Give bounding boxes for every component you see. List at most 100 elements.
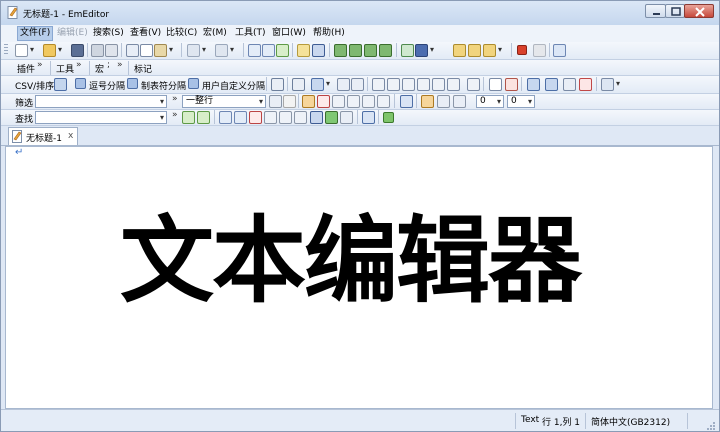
chevron-right-icon[interactable]: » bbox=[172, 110, 178, 120]
menu-search[interactable]: 搜索(S) bbox=[91, 27, 126, 40]
editor-content[interactable]: 文本编辑器 bbox=[120, 207, 582, 317]
column-width-icon[interactable] bbox=[292, 78, 305, 91]
paste-icon[interactable] bbox=[154, 44, 173, 57]
status-cursor-position[interactable]: 行 1,列 1 bbox=[542, 415, 580, 428]
close-tab-icon[interactable]: x bbox=[68, 131, 73, 141]
tab-untitled-1[interactable]: 无标题-1 x bbox=[8, 127, 78, 145]
editor-area[interactable]: ↵ 文本编辑器 bbox=[5, 146, 713, 409]
filter-columns-icon[interactable] bbox=[400, 95, 413, 108]
filter-context-before-select[interactable]: 0 bbox=[476, 95, 504, 108]
customize-icon[interactable] bbox=[453, 44, 466, 57]
replace-icon[interactable] bbox=[276, 44, 289, 57]
join-csv-icon[interactable] bbox=[527, 78, 540, 91]
window-tile-icon[interactable] bbox=[334, 44, 347, 57]
arrow-right-icon[interactable] bbox=[383, 112, 394, 123]
batch-find-icon[interactable] bbox=[362, 111, 375, 124]
sort-numeric-ascending-icon[interactable] bbox=[402, 78, 415, 91]
filter-extract-icon[interactable] bbox=[453, 95, 466, 108]
chevron-right-icon[interactable]: » bbox=[172, 94, 178, 104]
recalculate-icon[interactable] bbox=[271, 78, 284, 91]
copy-icon[interactable] bbox=[140, 44, 153, 57]
configuration-icon[interactable] bbox=[415, 44, 434, 57]
number-format-icon[interactable] bbox=[579, 78, 592, 91]
macros-toolbar-label[interactable]: 宏 bbox=[95, 62, 104, 75]
find-previous-icon[interactable] bbox=[182, 111, 195, 124]
filter-bookmark-icon[interactable] bbox=[437, 95, 450, 108]
maximize-button[interactable] bbox=[665, 4, 685, 18]
menu-macros[interactable]: 宏(M) bbox=[201, 27, 229, 40]
undo-icon[interactable] bbox=[187, 44, 206, 57]
menu-edit[interactable]: 编辑(E) bbox=[55, 27, 90, 40]
chevron-right-icon[interactable]: » bbox=[37, 60, 43, 70]
status-mode[interactable]: Text bbox=[521, 415, 539, 425]
menu-compare[interactable]: 比较(C) bbox=[164, 27, 199, 40]
escape-sequence-icon[interactable] bbox=[279, 111, 292, 124]
match-case-icon[interactable] bbox=[317, 95, 330, 108]
csv-mode-icon[interactable] bbox=[54, 78, 67, 91]
pause-icon[interactable] bbox=[533, 44, 546, 57]
whole-word-icon[interactable] bbox=[264, 111, 277, 124]
chevron-right-icon[interactable]: » bbox=[117, 60, 123, 70]
regex-icon[interactable] bbox=[362, 95, 375, 108]
column-left-icon[interactable] bbox=[337, 78, 350, 91]
find-all-icon[interactable] bbox=[219, 111, 232, 124]
find-next-icon[interactable] bbox=[197, 111, 210, 124]
help-icon[interactable] bbox=[312, 44, 325, 57]
sort-descending-icon[interactable] bbox=[387, 78, 400, 91]
redo-icon[interactable] bbox=[215, 44, 234, 57]
plugin-settings-icon[interactable] bbox=[468, 44, 481, 57]
whole-word-icon[interactable] bbox=[332, 95, 345, 108]
print-preview-icon[interactable] bbox=[105, 44, 118, 57]
select-columns-icon[interactable] bbox=[311, 78, 330, 91]
refresh-filter-icon[interactable] bbox=[269, 95, 282, 108]
open-folder-icon[interactable] bbox=[43, 44, 62, 57]
chevron-right-icon[interactable]: » bbox=[76, 60, 82, 70]
find-in-files-icon[interactable] bbox=[234, 111, 247, 124]
print-icon[interactable] bbox=[91, 44, 104, 57]
lock-filter-icon[interactable] bbox=[421, 95, 434, 108]
tools-icon[interactable] bbox=[553, 44, 566, 57]
menu-help[interactable]: 帮助(H) bbox=[311, 27, 347, 40]
status-encoding[interactable]: 简体中文(GB2312) bbox=[591, 415, 670, 428]
sort-ascending-icon[interactable] bbox=[372, 78, 385, 91]
filter-input[interactable] bbox=[35, 95, 167, 108]
row-number-icon[interactable] bbox=[563, 78, 576, 91]
minimize-button[interactable] bbox=[645, 4, 666, 18]
wrap-around-icon[interactable] bbox=[310, 111, 323, 124]
find-icon[interactable] bbox=[248, 44, 261, 57]
markers-toolbar-label[interactable]: 标记 bbox=[134, 62, 152, 75]
escape-sequence-icon[interactable] bbox=[347, 95, 360, 108]
save-icon[interactable] bbox=[71, 44, 84, 57]
tools-toolbar-label[interactable]: 工具 bbox=[56, 62, 74, 75]
menu-window[interactable]: 窗口(W) bbox=[270, 27, 308, 40]
column-right-icon[interactable] bbox=[351, 78, 364, 91]
filter-find-icon[interactable] bbox=[302, 95, 315, 108]
filter-context-after-select[interactable]: 0 bbox=[507, 95, 535, 108]
find-next-icon[interactable] bbox=[262, 44, 275, 57]
user-defined-separated-button[interactable]: 用户自定义分隔 bbox=[202, 79, 265, 92]
sort-numeric-descending-icon[interactable] bbox=[417, 78, 430, 91]
split-window-icon[interactable] bbox=[379, 44, 392, 57]
plugins-toolbar-label[interactable]: 插件 bbox=[17, 62, 35, 75]
window-cascade-icon[interactable] bbox=[349, 44, 362, 57]
menu-view[interactable]: 查看(V) bbox=[128, 27, 163, 40]
close-button[interactable] bbox=[684, 4, 714, 18]
tab-separated-button[interactable]: 制表符分隔 bbox=[141, 79, 186, 92]
window-switch-icon[interactable] bbox=[364, 44, 377, 57]
chevron-right-icon[interactable]: ; bbox=[107, 60, 110, 70]
negative-filter-icon[interactable] bbox=[377, 95, 390, 108]
menu-tools[interactable]: 工具(T) bbox=[233, 27, 268, 40]
csv-options-icon[interactable] bbox=[601, 78, 620, 91]
highlight-icon[interactable] bbox=[297, 44, 310, 57]
filter-scope-select[interactable]: 一整行 bbox=[182, 95, 266, 108]
regex-icon[interactable] bbox=[294, 111, 307, 124]
delete-duplicates-icon[interactable] bbox=[505, 78, 518, 91]
spell-check-icon[interactable] bbox=[489, 78, 502, 91]
find-options-icon[interactable] bbox=[340, 111, 353, 124]
split-csv-icon[interactable] bbox=[545, 78, 558, 91]
highlight-matches-icon[interactable] bbox=[325, 111, 338, 124]
sort-options-icon[interactable] bbox=[467, 78, 480, 91]
comma-separated-button[interactable]: 逗号分隔 bbox=[89, 79, 125, 92]
sort-length-icon[interactable] bbox=[432, 78, 445, 91]
clear-filter-icon[interactable] bbox=[283, 95, 296, 108]
